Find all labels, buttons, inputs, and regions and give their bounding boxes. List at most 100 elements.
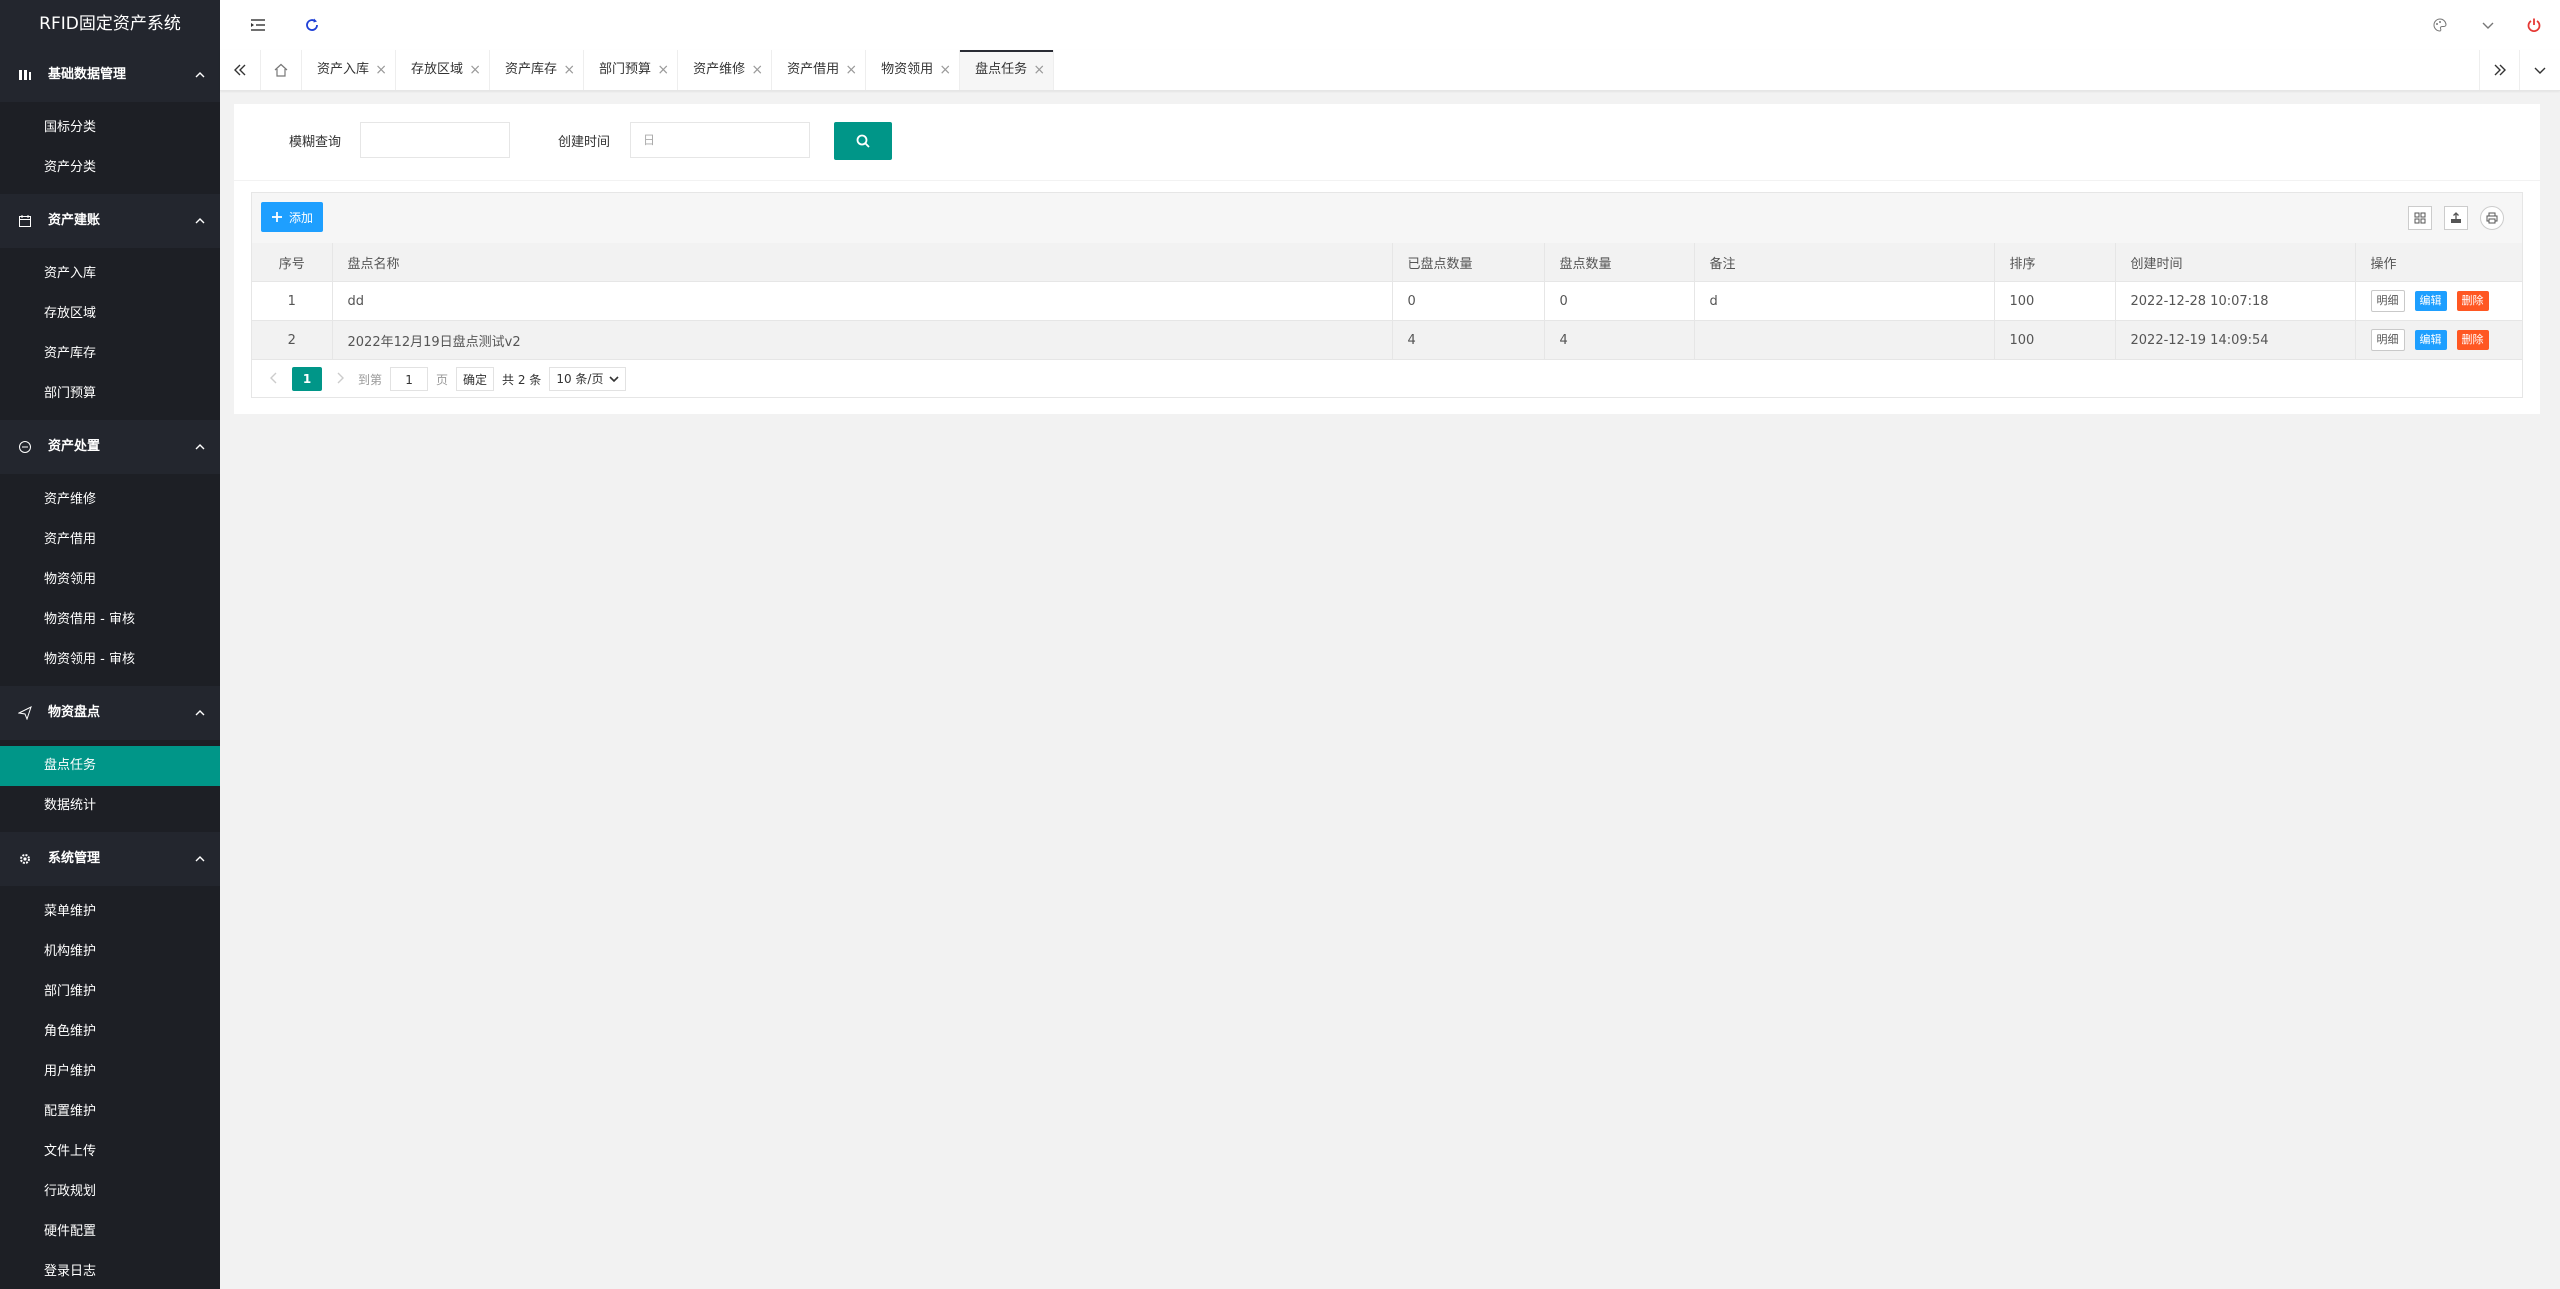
close-icon[interactable]: ×	[469, 50, 481, 90]
sidebar-item-dept-budget[interactable]: 部门预算	[0, 374, 220, 414]
page-number-current[interactable]: 1	[292, 367, 322, 391]
close-icon[interactable]: ×	[1033, 50, 1045, 90]
fuzzy-search-input[interactable]	[360, 122, 510, 158]
tab-storage-area[interactable]: 存放区域 ×	[396, 50, 491, 90]
chevron-up-icon	[195, 856, 205, 862]
logout-button[interactable]	[2514, 0, 2554, 50]
sidebar-item-admin-planning[interactable]: 行政规划	[0, 1172, 220, 1212]
sidebar-item-stocktake-task[interactable]: 盘点任务	[0, 746, 220, 786]
chevron-up-icon	[195, 444, 205, 450]
column-header: 盘点数量	[1544, 243, 1695, 282]
column-filter-button[interactable]	[2408, 206, 2432, 230]
cell-name: 2022年12月19日盘点测试v2	[332, 320, 1393, 360]
prev-page-button[interactable]	[264, 372, 284, 387]
sidebar-group-system-management[interactable]: 系统管理	[0, 832, 220, 886]
sidebar-item-menu-maintenance[interactable]: 菜单维护	[0, 892, 220, 932]
close-icon[interactable]: ×	[657, 50, 669, 90]
tab-label: 资产入库	[317, 62, 370, 77]
add-button[interactable]: 添加	[261, 202, 324, 232]
sidebar-item-login-log[interactable]: 登录日志	[0, 1252, 220, 1289]
tab-asset-inbound[interactable]: 资产入库 ×	[302, 50, 397, 90]
detail-button[interactable]: 明细	[2370, 290, 2405, 312]
cell-sort: 100	[1994, 281, 2116, 321]
refresh-button[interactable]	[292, 0, 332, 50]
next-page-button[interactable]	[330, 372, 350, 387]
export-button[interactable]	[2444, 206, 2468, 230]
goto-prefix: 到第	[358, 372, 383, 387]
close-icon[interactable]: ×	[939, 50, 951, 90]
table-row[interactable]: 2 2022年12月19日盘点测试v2 4 4 100 2022-12-19 1…	[252, 320, 2522, 360]
tab-material-requisition[interactable]: 物资领用 ×	[866, 50, 961, 90]
sidebar-item-dept-maintenance[interactable]: 部门维护	[0, 972, 220, 1012]
close-icon[interactable]: ×	[563, 50, 575, 90]
sidebar-group-basic-data[interactable]: 基础数据管理	[0, 48, 220, 102]
sidebar-item-role-maintenance[interactable]: 角色维护	[0, 1012, 220, 1052]
theme-button[interactable]	[2420, 0, 2460, 50]
user-menu-button[interactable]	[2468, 0, 2508, 50]
sidebar-item-hardware-config[interactable]: 硬件配置	[0, 1212, 220, 1252]
toggle-sidebar-button[interactable]	[238, 0, 278, 50]
tab-asset-repair[interactable]: 资产维修 ×	[678, 50, 773, 90]
chevron-up-icon	[195, 72, 205, 78]
chevron-right-icon	[337, 372, 344, 383]
sidebar-group-asset-accounting[interactable]: 资产建账	[0, 194, 220, 248]
close-icon[interactable]: ×	[845, 50, 857, 90]
sidebar-item-material-requisition-review[interactable]: 物资领用 - 审核	[0, 640, 220, 680]
tab-scroll-left-button[interactable]	[220, 50, 261, 90]
tab-options-button[interactable]	[2519, 50, 2560, 90]
tab-list: 资产入库 × 存放区域 × 资产库存 × 部门预算 × 资产维修 × 资产借用 × 物资领用…	[302, 50, 1055, 90]
chevron-up-icon	[195, 710, 205, 716]
tab-dept-budget[interactable]: 部门预算 ×	[584, 50, 679, 90]
tab-asset-inventory[interactable]: 资产库存 ×	[490, 50, 585, 90]
sidebar-item-material-requisition[interactable]: 物资领用	[0, 560, 220, 600]
sidebar-item-national-category[interactable]: 国标分类	[0, 108, 220, 148]
goto-confirm-button[interactable]: 确定	[456, 367, 495, 391]
sidebar-item-asset-borrow[interactable]: 资产借用	[0, 520, 220, 560]
goto-page-input[interactable]: 1	[390, 367, 429, 391]
data-table-container: 添加 序号 盘点名称 已盘点数量 盘点数量 备注 排序 创建时间 操作 1 dd…	[251, 192, 2523, 398]
tab-home[interactable]	[261, 50, 302, 90]
sidebar-group-asset-disposal[interactable]: 资产处置	[0, 420, 220, 474]
print-button[interactable]	[2480, 206, 2504, 230]
cell-actions: 明细 编辑 删除	[2355, 281, 2522, 321]
sidebar-item-asset-inbound[interactable]: 资产入库	[0, 254, 220, 294]
sidebar-item-user-maintenance[interactable]: 用户维护	[0, 1052, 220, 1092]
edit-button[interactable]: 编辑	[2414, 330, 2447, 350]
sidebar-group-label: 系统管理	[48, 851, 101, 866]
table-row[interactable]: 1 dd 0 0 d 100 2022-12-28 10:07:18 明细 编辑…	[252, 281, 2522, 321]
delete-button[interactable]: 删除	[2456, 330, 2489, 350]
sidebar-item-asset-category[interactable]: 资产分类	[0, 148, 220, 188]
chevron-left-icon	[270, 372, 277, 383]
tab-asset-borrow[interactable]: 资产借用 ×	[772, 50, 867, 90]
sidebar-item-org-maintenance[interactable]: 机构维护	[0, 932, 220, 972]
detail-button[interactable]: 明细	[2370, 329, 2405, 351]
double-chevron-left-icon	[234, 64, 246, 76]
sidebar-item-material-borrow-review[interactable]: 物资借用 - 审核	[0, 600, 220, 640]
sidebar-item-file-upload[interactable]: 文件上传	[0, 1132, 220, 1172]
edit-button[interactable]: 编辑	[2414, 291, 2447, 311]
sidebar-item-config-maintenance[interactable]: 配置维护	[0, 1092, 220, 1132]
main-content: 模糊查询 创建时间 日 添加 序号 盘点名称 已盘点数量 盘点数量 备注 排序 …	[234, 104, 2540, 414]
cell-remark: d	[1694, 281, 1995, 321]
sidebar-group-material-stocktake[interactable]: 物资盘点	[0, 686, 220, 740]
search-button[interactable]	[834, 122, 892, 160]
chevron-down-icon	[2482, 22, 2494, 29]
sidebar-group-label: 资产建账	[48, 213, 101, 228]
tab-scroll-right-button[interactable]	[2479, 50, 2520, 90]
sidebar-group-label: 资产处置	[48, 439, 101, 454]
sidebar-item-data-statistics[interactable]: 数据统计	[0, 786, 220, 826]
sidebar-item-storage-area[interactable]: 存放区域	[0, 294, 220, 334]
chevron-up-icon	[195, 218, 205, 224]
tab-stocktake-task[interactable]: 盘点任务 ×	[960, 50, 1055, 90]
delete-button[interactable]: 删除	[2456, 291, 2489, 311]
close-icon[interactable]: ×	[375, 50, 387, 90]
tab-bar: 资产入库 × 存放区域 × 资产库存 × 部门预算 × 资产维修 × 资产借用 × 物资领用…	[220, 50, 2560, 91]
sidebar-item-asset-inventory[interactable]: 资产库存	[0, 334, 220, 374]
home-icon	[274, 63, 288, 77]
created-time-input[interactable]: 日	[630, 122, 810, 158]
close-icon[interactable]: ×	[751, 50, 763, 90]
sidebar-item-asset-repair[interactable]: 资产维修	[0, 480, 220, 520]
cell-actions: 明细 编辑 删除	[2355, 320, 2522, 360]
page-size-select[interactable]: 10 条/页	[549, 367, 627, 391]
page-size-value: 10 条/页	[556, 372, 604, 386]
